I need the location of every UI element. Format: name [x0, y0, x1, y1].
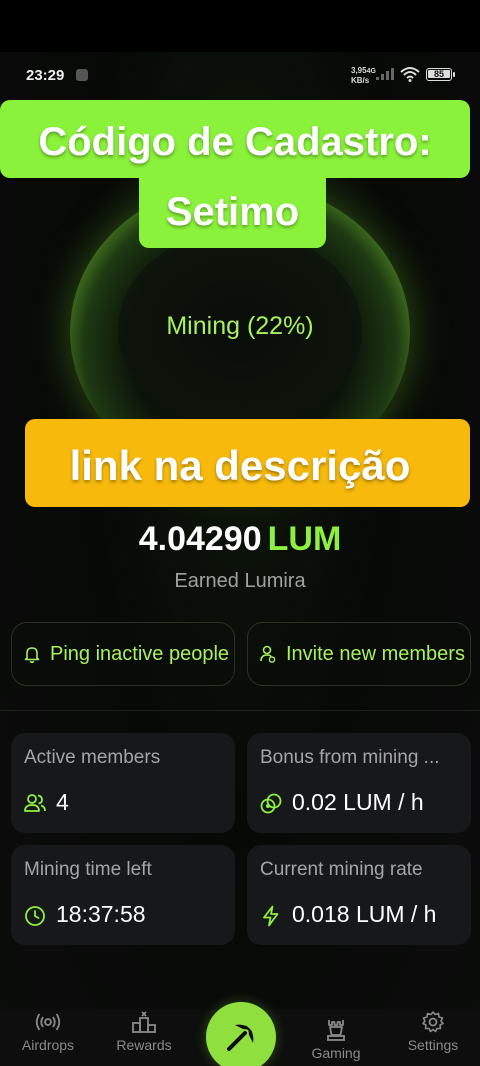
network-type: 4G [366, 68, 376, 75]
bonus-card[interactable]: Bonus from mining ... 0.02 LUM / h [247, 733, 471, 833]
promo-code-title: Código de Cadastro: [38, 120, 432, 164]
nav-settings[interactable]: Settings [393, 1010, 473, 1053]
earned-label: Earned Lumira [174, 570, 306, 592]
mining-rate-title: Current mining rate [260, 859, 423, 880]
nav-gaming-label: Gaming [311, 1045, 361, 1061]
ping-inactive-button[interactable]: Ping inactive people [11, 622, 235, 686]
bell-icon [24, 647, 40, 663]
wifi-icon [400, 67, 420, 82]
earned-balance: 4.04290 LUM [0, 520, 480, 559]
add-user-icon [260, 645, 276, 663]
lightning-icon [263, 905, 279, 927]
section-divider [0, 710, 480, 711]
earned-unit: LUM [267, 520, 342, 558]
status-bar: 23:29 3,954G KB/s 85 [0, 52, 480, 98]
mining-status: Mining (22%) [166, 312, 314, 340]
invite-members-label: Invite new members [286, 642, 465, 665]
active-members-title: Active members [24, 747, 161, 768]
invite-members-button[interactable]: Invite new members [247, 622, 471, 686]
nav-rewards-label: Rewards [116, 1037, 172, 1053]
promo-code-value: Setimo [165, 190, 300, 234]
bonus-value: 0.02 LUM / h [292, 789, 424, 815]
battery-level: 85 [428, 70, 450, 79]
mining-rate-value: 0.018 LUM / h [292, 901, 437, 927]
nav-airdrops-label: Airdrops [21, 1037, 75, 1053]
nav-gaming[interactable]: Gaming [296, 1018, 376, 1061]
network-speed: 3,954G KB/s [351, 66, 376, 85]
promo-link-text: link na descrição [69, 442, 411, 489]
chess-rook-icon [327, 1020, 345, 1041]
clock-icon [25, 906, 45, 926]
active-members-value: 4 [56, 789, 69, 815]
earned-amount: 4.04290 [138, 520, 262, 558]
gear-icon [422, 1011, 444, 1033]
mining-rate-card[interactable]: Current mining rate 0.018 LUM / h [247, 845, 471, 945]
time-left-value: 18:37:58 [56, 901, 146, 927]
time-left-title: Mining time left [24, 859, 152, 880]
nav-settings-label: Settings [407, 1037, 459, 1053]
active-members-card[interactable]: Active members 4 [11, 733, 235, 833]
network-speed-unit: KB/s [351, 76, 370, 85]
notification-icon [76, 69, 88, 81]
broadcast-icon [35, 1013, 61, 1031]
mine-button[interactable] [206, 1002, 276, 1066]
signal-icon [376, 68, 394, 80]
time-left-card[interactable]: Mining time left 18:37:58 [11, 845, 235, 945]
members-icon [24, 794, 46, 812]
nav-rewards[interactable]: Rewards [104, 1010, 184, 1053]
app-screen: 23:29 3,954G KB/s 85 Mining (22%) Código… [0, 52, 480, 1066]
coins-icon [260, 793, 282, 814]
bonus-title: Bonus from mining ... [260, 747, 440, 768]
podium-icon [132, 1011, 156, 1033]
ping-inactive-label: Ping inactive people [50, 642, 230, 665]
nav-airdrops[interactable]: Airdrops [8, 1010, 88, 1053]
pickaxe-icon [227, 1024, 254, 1051]
status-time: 23:29 [26, 67, 65, 84]
network-speed-value: 3,95 [351, 66, 367, 75]
battery-icon: 85 [426, 68, 455, 81]
